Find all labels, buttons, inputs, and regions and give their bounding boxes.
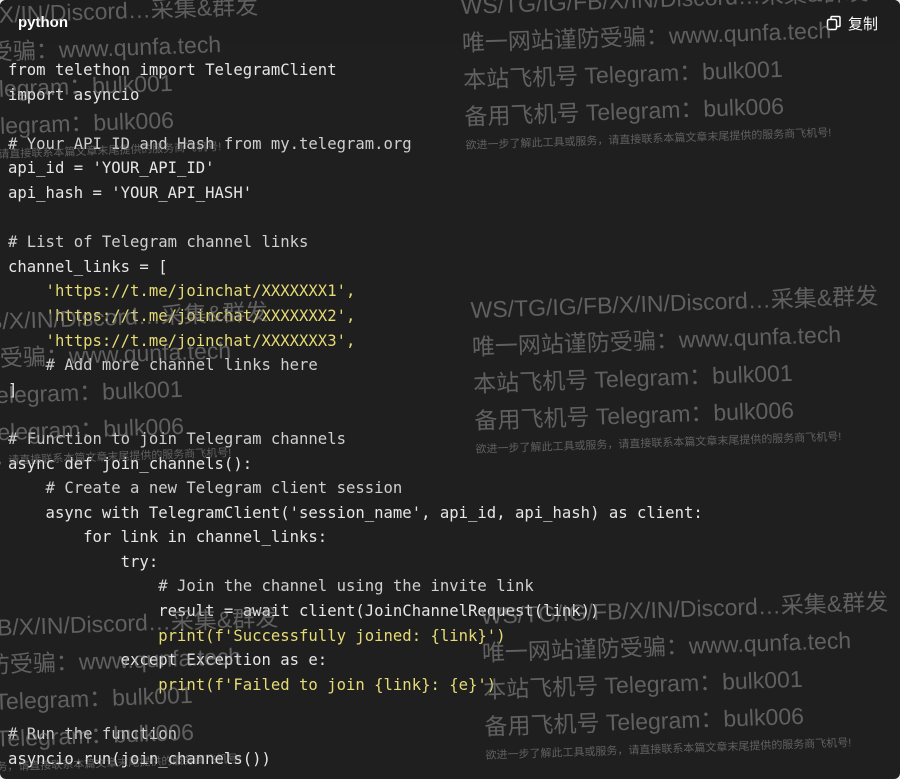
code-header: python 复制: [0, 0, 900, 44]
copy-icon: [826, 15, 842, 31]
code-line: print(f'Successfully joined: {link}'): [8, 626, 506, 645]
code-line: # Function to join Telegram channels: [8, 429, 346, 448]
code-line: 'https://t.me/joinchat/XXXXXXX3',: [8, 331, 356, 350]
code-line: # Add more channel links here: [8, 356, 318, 375]
code-line: api_id = 'YOUR_API_ID': [8, 159, 215, 178]
code-line: import asyncio: [8, 85, 140, 104]
copy-button[interactable]: 复制: [826, 12, 878, 34]
code-line: 'https://t.me/joinchat/XXXXXXX2',: [8, 306, 356, 325]
code-line: channel_links = [: [8, 257, 168, 276]
code-line: api_hash = 'YOUR_API_HASH': [8, 183, 253, 202]
code-line: for link in channel_links:: [8, 528, 328, 547]
code-line: ]: [8, 380, 18, 399]
code-line: from telethon import TelegramClient: [8, 61, 337, 79]
copy-label: 复制: [847, 14, 878, 33]
code-line: async def join_channels():: [8, 454, 253, 473]
language-label: python: [18, 14, 68, 31]
code-line: 'https://t.me/joinchat/XXXXXXX1',: [8, 282, 356, 301]
code-line: try:: [8, 552, 159, 571]
code-line: async with TelegramClient('session_name'…: [8, 503, 703, 522]
code-line: # Run the function: [8, 725, 177, 744]
code-line: print(f'Failed to join {link}: {e}'): [8, 675, 497, 694]
code-block: python 复制 from telethon import TelegramC…: [0, 0, 900, 779]
code-line: # Your API ID and Hash from my.telegram.…: [8, 134, 412, 153]
code-line: # Create a new Telegram client session: [8, 479, 403, 498]
code-line: result = await client(JoinChannelRequest…: [8, 602, 600, 621]
code-line: # List of Telegram channel links: [8, 233, 309, 252]
code-line: except Exception as e:: [8, 651, 328, 670]
code-line: asyncio.run(join_channels()): [8, 749, 271, 768]
code-line: # Join the channel using the invite link: [8, 577, 534, 596]
code-content: from telethon import TelegramClient impo…: [8, 58, 900, 779]
